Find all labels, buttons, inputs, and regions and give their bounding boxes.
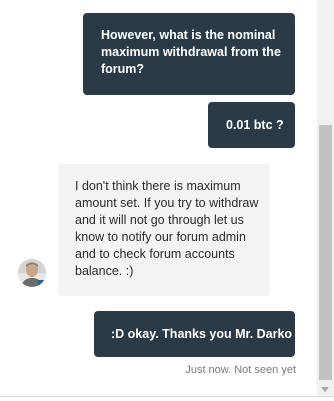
message-incoming: I don't think there is maximum amount se… xyxy=(58,164,270,296)
message-outgoing: However, what is the nominal maximum wit… xyxy=(83,13,295,95)
message-status: Just now. Not seen yet xyxy=(185,364,296,376)
chat-window: However, what is the nominal maximum wit… xyxy=(0,0,334,401)
message-outgoing: :D okay. Thanks you Mr. Darko xyxy=(94,311,295,357)
agent-avatar xyxy=(18,259,46,287)
divider xyxy=(0,396,334,397)
scrollbar-thumb[interactable] xyxy=(319,125,332,380)
message-outgoing: 0.01 btc ? xyxy=(208,102,295,148)
chevron-down-icon[interactable] xyxy=(321,387,329,392)
vertical-scrollbar[interactable] xyxy=(317,0,334,396)
